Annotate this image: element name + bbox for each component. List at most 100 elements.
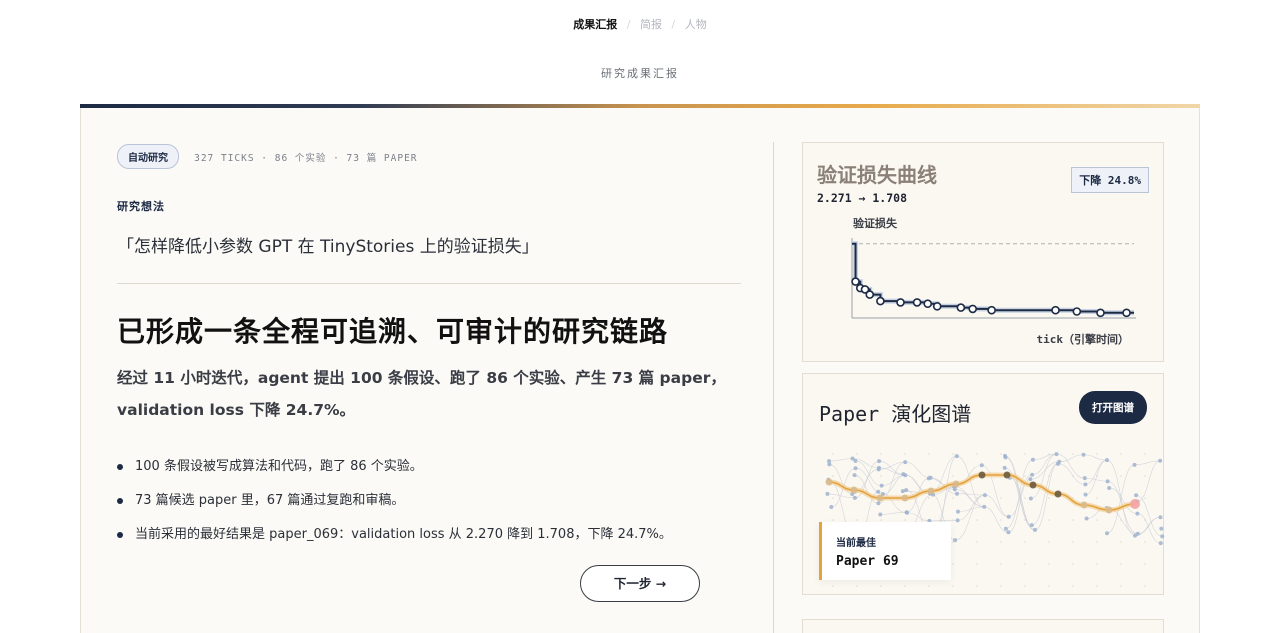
graph-edge bbox=[1057, 463, 1086, 485]
grid-dot bbox=[1096, 585, 1098, 587]
graph-edge bbox=[1137, 460, 1161, 502]
graph-node bbox=[1083, 492, 1088, 497]
grid-dot bbox=[1048, 453, 1050, 455]
grid-dot bbox=[1144, 585, 1146, 587]
graph-node bbox=[904, 510, 909, 515]
graph-edge bbox=[829, 458, 853, 462]
graph-node bbox=[1030, 472, 1035, 477]
grid-dot bbox=[1048, 563, 1050, 565]
grid-dot bbox=[1024, 475, 1026, 477]
grid-dot bbox=[856, 519, 858, 521]
graph-node bbox=[1158, 458, 1163, 463]
graph-edge bbox=[1085, 459, 1108, 495]
report-stats: 327 TICKS · 86 个实验 · 73 篇 PAPER bbox=[194, 152, 418, 164]
report-meta-row: 自动研究 327 TICKS · 86 个实验 · 73 篇 PAPER bbox=[117, 144, 741, 169]
grid-dot bbox=[832, 585, 834, 587]
grid-dot bbox=[1000, 585, 1002, 587]
graph-edge bbox=[954, 489, 985, 508]
grid-dot bbox=[1000, 453, 1002, 455]
grid-dot bbox=[1144, 453, 1146, 455]
graph-node bbox=[852, 473, 857, 478]
path-node bbox=[1029, 481, 1037, 489]
graph-node bbox=[955, 491, 960, 496]
grid-dot bbox=[928, 453, 930, 455]
loss-curve-panel: 验证损失曲线 2.271 → 1.708 下降 24.8% 验证损失 tick（… bbox=[802, 142, 1164, 362]
graph-edge bbox=[1136, 494, 1163, 537]
loss-point bbox=[896, 298, 905, 307]
nav-tab-people[interactable]: 人物 bbox=[685, 16, 707, 32]
graph-node bbox=[900, 489, 905, 494]
graph-edge bbox=[1083, 454, 1107, 461]
graph-node bbox=[1104, 458, 1109, 463]
grid-dot bbox=[952, 475, 954, 477]
graph-node bbox=[1104, 531, 1109, 536]
open-graph-button[interactable]: 打开图谱 bbox=[1079, 391, 1147, 424]
grid-dot bbox=[1096, 453, 1098, 455]
grid-dot bbox=[1144, 541, 1146, 543]
bullet-item: 73 篇候选 paper 里，67 篇通过复跑和审稿。 bbox=[117, 484, 672, 518]
grid-dot bbox=[1144, 497, 1146, 499]
grid-dot bbox=[832, 497, 834, 499]
grid-dot bbox=[856, 453, 858, 455]
grid-dot bbox=[880, 519, 882, 521]
graph-edge bbox=[880, 511, 907, 515]
report-lead: 经过 11 小时迭代，agent 提出 100 条假设、跑了 86 个实验、产生… bbox=[117, 362, 741, 426]
grid-dot bbox=[1120, 563, 1122, 565]
graph-node bbox=[1083, 482, 1088, 487]
best-paper-label: 当前最佳 bbox=[836, 538, 876, 549]
grid-dot bbox=[1120, 453, 1122, 455]
path-node bbox=[952, 480, 960, 488]
nav-tab-brief[interactable]: 简报 bbox=[640, 16, 662, 32]
loss-y-label: 验证损失 bbox=[853, 217, 897, 230]
graph-edge bbox=[1084, 477, 1108, 482]
idea-label: 研究想法 bbox=[117, 200, 165, 213]
best-paper-value: Paper 69 bbox=[836, 554, 899, 569]
report-headline: 已形成一条全程可追溯、可审计的研究链路 bbox=[117, 315, 669, 348]
grid-dot bbox=[1096, 519, 1098, 521]
graph-node bbox=[1032, 527, 1037, 532]
graph-node bbox=[1002, 465, 1007, 470]
graph-node bbox=[1029, 523, 1034, 528]
graph-edge bbox=[957, 493, 985, 496]
grid-dot bbox=[1072, 585, 1074, 587]
loss-point bbox=[956, 303, 966, 312]
grid-dot bbox=[880, 475, 882, 477]
best-path bbox=[828, 474, 1136, 511]
grid-dot bbox=[928, 497, 930, 499]
grid-dot bbox=[1144, 563, 1146, 565]
loss-point bbox=[932, 302, 942, 311]
grid-dot bbox=[832, 519, 834, 521]
grid-dot bbox=[1000, 519, 1002, 521]
best-paper-card[interactable]: 当前最佳 Paper 69 bbox=[819, 522, 951, 580]
nav-tab-results[interactable]: 成果汇报 bbox=[573, 16, 617, 32]
graph-node bbox=[1158, 515, 1163, 520]
graph-edge bbox=[955, 494, 985, 541]
loss-point bbox=[1072, 307, 1082, 316]
next-step-button[interactable]: 下一步 → bbox=[580, 565, 700, 602]
graph-node bbox=[879, 483, 884, 488]
grid-dot bbox=[1072, 519, 1074, 521]
loss-panel-title: 验证损失曲线 bbox=[817, 163, 937, 187]
graph-node bbox=[955, 518, 960, 523]
graph-edge bbox=[929, 520, 958, 522]
grid-dot bbox=[880, 585, 882, 587]
graph-node bbox=[953, 538, 958, 543]
divider bbox=[117, 283, 741, 284]
graph-node bbox=[954, 454, 959, 459]
grid-dot bbox=[952, 563, 954, 565]
grid-dot bbox=[1048, 497, 1050, 499]
path-node bbox=[901, 494, 909, 502]
grid-dot bbox=[976, 585, 978, 587]
graph-node bbox=[878, 512, 883, 517]
graph-edge bbox=[1004, 455, 1036, 531]
loss-point bbox=[968, 304, 977, 314]
path-node bbox=[978, 471, 986, 479]
graph-edge bbox=[1008, 478, 1031, 533]
grid-dot bbox=[880, 453, 882, 455]
loss-point bbox=[1096, 308, 1105, 318]
report-card: 自动研究 327 TICKS · 86 个实验 · 73 篇 PAPER 研究想… bbox=[80, 104, 1200, 633]
grid-dot bbox=[1024, 497, 1026, 499]
graph-edge bbox=[879, 460, 904, 475]
path-node bbox=[876, 494, 884, 502]
graph-node bbox=[1159, 526, 1164, 531]
